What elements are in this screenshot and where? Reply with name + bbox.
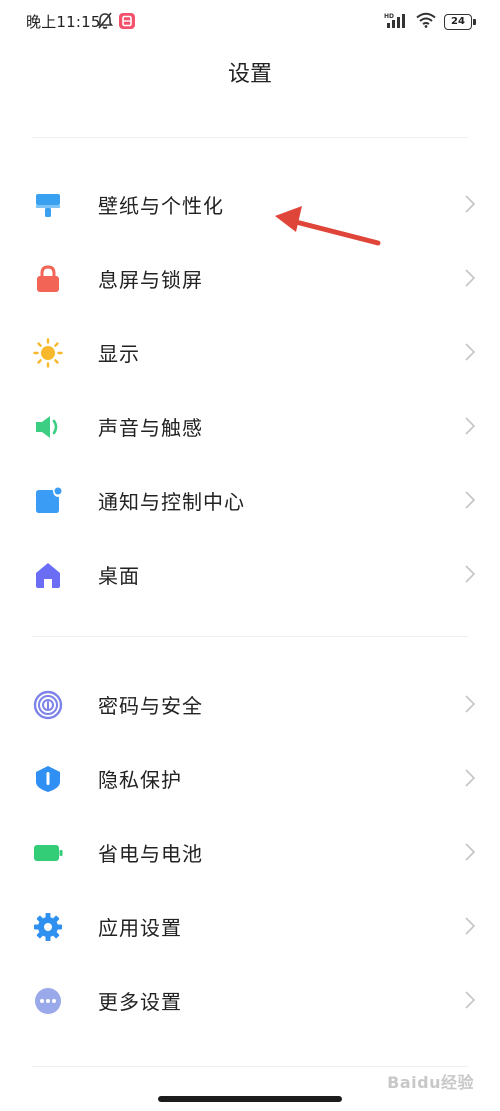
settings-item-label: 更多设置 (98, 990, 182, 1014)
page-title: 设置 (227, 62, 272, 87)
chevron-right-icon (464, 415, 476, 437)
settings-item-wallpaper[interactable]: 壁纸与个性化 (0, 167, 500, 241)
settings-item-label: 息屏与锁屏 (98, 268, 203, 292)
settings-item-label: 显示 (98, 342, 140, 366)
sun-icon (33, 338, 63, 368)
settings-item-label: 声音与触感 (98, 416, 203, 440)
bell-muted-icon (96, 12, 114, 34)
settings-item-battery[interactable]: 省电与电池 (0, 815, 500, 889)
home-indicator[interactable] (158, 1096, 342, 1102)
settings-item-security[interactable]: 密码与安全 (0, 667, 500, 741)
home-icon (33, 560, 63, 590)
settings-item-label: 应用设置 (98, 916, 182, 940)
watermark-logo: Baidu经验 (387, 1073, 474, 1092)
chevron-right-icon (464, 193, 476, 215)
chevron-right-icon (464, 915, 476, 937)
fingerprint-icon (33, 690, 63, 720)
more-icon (33, 986, 63, 1016)
notification-icon (33, 486, 63, 516)
settings-item-display[interactable]: 显示 (0, 315, 500, 389)
section-divider (32, 636, 468, 637)
settings-item-desktop[interactable]: 桌面 (0, 537, 500, 611)
status-time: 晚上11:15 (26, 13, 101, 31)
settings-item-sound[interactable]: 声音与触感 (0, 389, 500, 463)
settings-item-label: 省电与电池 (98, 842, 203, 866)
settings-item-apps[interactable]: 应用设置 (0, 889, 500, 963)
gear-icon (33, 912, 63, 942)
divider (32, 137, 468, 138)
privacy-shield-icon (33, 764, 63, 794)
chevron-right-icon (464, 489, 476, 511)
status-left-icons (96, 12, 135, 34)
settings-item-label: 隐私保护 (98, 768, 182, 792)
wallpaper-brush-icon (33, 190, 63, 220)
chevron-right-icon (464, 841, 476, 863)
battery-icon (33, 838, 63, 868)
settings-item-label: 密码与安全 (98, 694, 203, 718)
speaker-icon (33, 412, 63, 442)
settings-item-lockscreen[interactable]: 息屏与锁屏 (0, 241, 500, 315)
svg-text:HD: HD (384, 13, 394, 20)
settings-item-label: 壁纸与个性化 (98, 194, 224, 218)
wifi-icon (416, 12, 436, 32)
signal-icon: HD (384, 12, 408, 32)
chevron-right-icon (464, 693, 476, 715)
app-notification-icon (119, 13, 135, 33)
chevron-right-icon (464, 341, 476, 363)
settings-item-notifications[interactable]: 通知与控制中心 (0, 463, 500, 537)
battery-level-icon: 24 (444, 14, 476, 30)
chevron-right-icon (464, 563, 476, 585)
chevron-right-icon (464, 767, 476, 789)
settings-item-more[interactable]: 更多设置 (0, 963, 500, 1037)
status-bar: 晚上11:15 HD 24 (0, 0, 500, 46)
chevron-right-icon (464, 267, 476, 289)
status-right: HD 24 (384, 12, 476, 32)
settings-item-privacy[interactable]: 隐私保护 (0, 741, 500, 815)
settings-item-label: 桌面 (98, 564, 140, 588)
lock-icon (33, 264, 63, 294)
divider (32, 1066, 468, 1067)
settings-item-label: 通知与控制中心 (98, 490, 245, 514)
chevron-right-icon (464, 989, 476, 1011)
